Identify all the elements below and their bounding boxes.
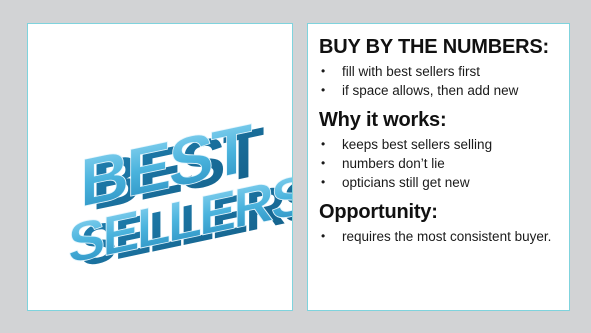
section-why-it-works: Why it works: keeps best sellers selling… bbox=[319, 109, 559, 192]
bullet-item: fill with best sellers first bbox=[319, 62, 559, 81]
best-sellers-logo: BEST SELLERS BEST SELLERS bbox=[28, 24, 292, 310]
bullet-item: requires the most consistent buyer. bbox=[319, 227, 557, 246]
bullet-item: keeps best sellers selling bbox=[319, 135, 559, 154]
bullet-list: requires the most consistent buyer. bbox=[319, 227, 559, 246]
image-panel: BEST SELLERS BEST SELLERS bbox=[27, 23, 293, 311]
bullet-list: fill with best sellers first if space al… bbox=[319, 62, 559, 100]
section-heading: BUY BY THE NUMBERS: bbox=[319, 36, 549, 58]
section-heading: Opportunity: bbox=[319, 201, 438, 223]
bullet-item: numbers don’t lie bbox=[319, 154, 559, 173]
text-panel: BUY BY THE NUMBERS: fill with best selle… bbox=[307, 23, 570, 311]
bullet-list: keeps best sellers selling numbers don’t… bbox=[319, 135, 559, 192]
section-buy-by-numbers: BUY BY THE NUMBERS: fill with best selle… bbox=[319, 36, 559, 100]
section-heading: Why it works: bbox=[319, 109, 447, 131]
bullet-item: if space allows, then add new bbox=[319, 81, 559, 100]
section-opportunity: Opportunity: requires the most consisten… bbox=[319, 201, 559, 246]
bullet-item: opticians still get new bbox=[319, 173, 559, 192]
